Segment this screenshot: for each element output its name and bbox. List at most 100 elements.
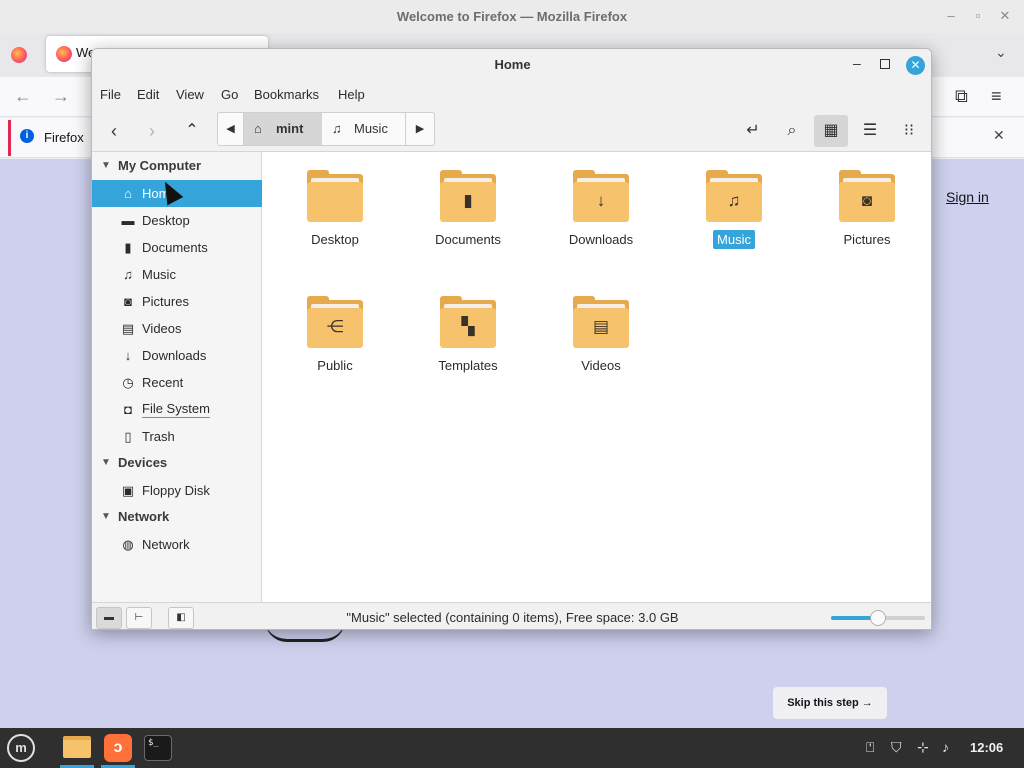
sidebar-item-downloads[interactable]: ↓ Downloads <box>92 342 262 369</box>
back-button[interactable]: ‹ <box>100 117 128 145</box>
volume-icon[interactable]: ♪ <box>942 739 949 755</box>
folder-icon: ▮ <box>440 170 496 222</box>
clock[interactable]: 12:06 <box>970 740 1003 755</box>
drive-icon: ◘ <box>124 402 132 417</box>
update-manager-icon[interactable]: ⍞ <box>866 739 874 756</box>
folder-icon: ♫ <box>706 170 762 222</box>
camera-icon: ◙ <box>861 191 873 210</box>
firefox-close-button[interactable]: ✕ <box>998 9 1012 23</box>
chevron-down-icon[interactable]: ⌄ <box>995 44 1007 61</box>
hamburger-menu-icon[interactable]: ≡ <box>991 86 1002 107</box>
zoom-slider-handle[interactable] <box>870 610 886 626</box>
notification-accent <box>8 120 11 156</box>
menu-edit[interactable]: Edit <box>137 87 159 102</box>
sidebar-item-documents[interactable]: ▮ Documents <box>92 234 262 261</box>
taskbar-terminal[interactable]: $_ <box>141 732 175 764</box>
sidebar-item-label: Floppy Disk <box>142 483 210 498</box>
document-icon: ▮ <box>463 191 473 210</box>
sidebar-section-title: Network <box>118 509 170 524</box>
extensions-icon[interactable]: ⧉ <box>955 86 968 107</box>
toolbar: ‹ › ⌃ ◀ ⌂ mint ♫ Music ▶ ↵ ⌕ ▦ ☰ ⁝⁝ <box>92 109 931 152</box>
path-bar: ◀ ⌂ mint ♫ Music ▶ <box>217 112 435 146</box>
path-segment-home-label: mint <box>276 121 304 136</box>
close-icon[interactable]: ✕ <box>993 127 1005 144</box>
sidebar-section-network[interactable]: ▼ Network <box>92 504 262 530</box>
home-icon: ⌂ <box>124 186 132 201</box>
zoom-slider[interactable] <box>831 610 925 626</box>
menu-help[interactable]: Help <box>338 87 365 102</box>
forward-button[interactable]: › <box>138 117 166 145</box>
search-button[interactable]: ⌕ <box>775 115 809 147</box>
taskbar-firefox[interactable]: ↄ <box>101 732 135 768</box>
path-segment-home[interactable]: ⌂ mint <box>244 113 322 145</box>
sidebar-item-label: Trash <box>142 429 175 444</box>
menu-bar: File Edit View Go Bookmarks Help <box>92 81 931 109</box>
sidebar-item-label: Recent <box>142 375 184 390</box>
firefox-icon: ↄ <box>104 734 132 762</box>
path-scroll-right-button[interactable]: ▶ <box>406 113 434 145</box>
folder-templates[interactable]: ▚ Templates <box>408 278 528 378</box>
sidebar-item-network[interactable]: ◍ Network <box>92 531 262 558</box>
up-button[interactable]: ⌃ <box>178 117 206 145</box>
film-icon: ▤ <box>592 317 610 336</box>
compact-view-button[interactable]: ⁝⁝ <box>892 115 926 147</box>
sidebar-item-videos[interactable]: ▤ Videos <box>92 315 262 342</box>
share-icon: ⋲ <box>326 317 344 336</box>
sidebar-item-trash[interactable]: ▯ Trash <box>92 423 262 450</box>
path-scroll-left-button[interactable]: ◀ <box>218 113 244 145</box>
taskbar-files[interactable] <box>60 732 94 768</box>
folder-label: Templates <box>438 358 498 373</box>
network-icon[interactable]: ⊹ <box>917 739 929 756</box>
menu-bookmarks[interactable]: Bookmarks <box>254 87 319 102</box>
back-arrow-icon[interactable]: ← <box>14 86 32 107</box>
folder-pictures[interactable]: ◙ Pictures <box>807 152 927 252</box>
firefox-minimize-button[interactable]: – <box>944 9 958 23</box>
sidebar-item-label: Downloads <box>142 348 207 363</box>
close-button[interactable]: ✕ <box>906 56 925 75</box>
firefox-view-icon[interactable] <box>11 47 27 63</box>
forward-arrow-icon[interactable]: → <box>52 86 70 107</box>
menu-go[interactable]: Go <box>221 87 238 102</box>
start-menu-button[interactable]: m <box>7 734 35 762</box>
sidebar-item-file-system[interactable]: ◘ File System <box>92 396 262 423</box>
skip-step-button[interactable]: Skip this step → <box>773 687 887 719</box>
trash-icon: ▯ <box>124 429 132 444</box>
sidebar-section-devices[interactable]: ▼ Devices <box>92 450 262 476</box>
minimize-button[interactable]: – <box>853 55 861 71</box>
icon-view-button[interactable]: ▦ <box>814 115 848 147</box>
firefox-maximize-button[interactable]: ▫ <box>971 9 985 23</box>
notification-text: Firefox <box>44 130 84 145</box>
folder-videos[interactable]: ▤ Videos <box>541 278 661 378</box>
toggle-location-entry-button[interactable]: ↵ <box>736 115 770 147</box>
folder-label: Pictures <box>843 232 891 247</box>
list-view-button[interactable]: ☰ <box>853 115 887 147</box>
folder-icon: ⋲ <box>307 296 363 348</box>
menu-view[interactable]: View <box>176 87 204 102</box>
sidebar-section-my-computer[interactable]: ▼ My Computer <box>92 153 262 179</box>
sidebar-item-desktop[interactable]: ▬ Desktop <box>92 207 262 234</box>
folder-icon: ◙ <box>839 170 895 222</box>
folder-documents[interactable]: ▮ Documents <box>408 152 528 252</box>
path-segment-music[interactable]: ♫ Music <box>322 113 406 145</box>
folder-public[interactable]: ⋲ Public <box>275 278 395 378</box>
film-icon: ▤ <box>121 321 135 336</box>
file-manager-window: Home – ✕ File Edit View Go Bookmarks Hel… <box>91 48 932 630</box>
firefox-favicon-icon <box>56 46 72 62</box>
sidebar: ▼ My Computer ⌂ Home ▬ Desktop ▮ Documen… <box>92 152 262 602</box>
sidebar-item-recent[interactable]: ◷ Recent <box>92 369 262 396</box>
folder-downloads[interactable]: ↓ Downloads <box>541 152 661 252</box>
folder-desktop[interactable]: Desktop <box>275 152 395 252</box>
chevron-down-icon: ▼ <box>101 511 111 522</box>
firefox-title: Welcome to Firefox — Mozilla Firefox <box>0 0 1024 33</box>
path-segment-music-label: Music <box>354 121 388 136</box>
sidebar-item-pictures[interactable]: ◙ Pictures <box>92 288 262 315</box>
sidebar-item-music[interactable]: ♫ Music <box>92 261 262 288</box>
folder-music[interactable]: ♫ Music <box>674 152 794 252</box>
sidebar-item-floppy-disk[interactable]: ▣ Floppy Disk <box>92 477 262 504</box>
home-icon: ⌂ <box>254 121 262 136</box>
menu-file[interactable]: File <box>100 87 121 102</box>
shield-icon[interactable]: ⛉ <box>891 739 902 756</box>
sidebar-item-label: Network <box>142 537 190 552</box>
sign-in-link[interactable]: Sign in <box>946 189 989 205</box>
maximize-button[interactable] <box>880 59 890 69</box>
